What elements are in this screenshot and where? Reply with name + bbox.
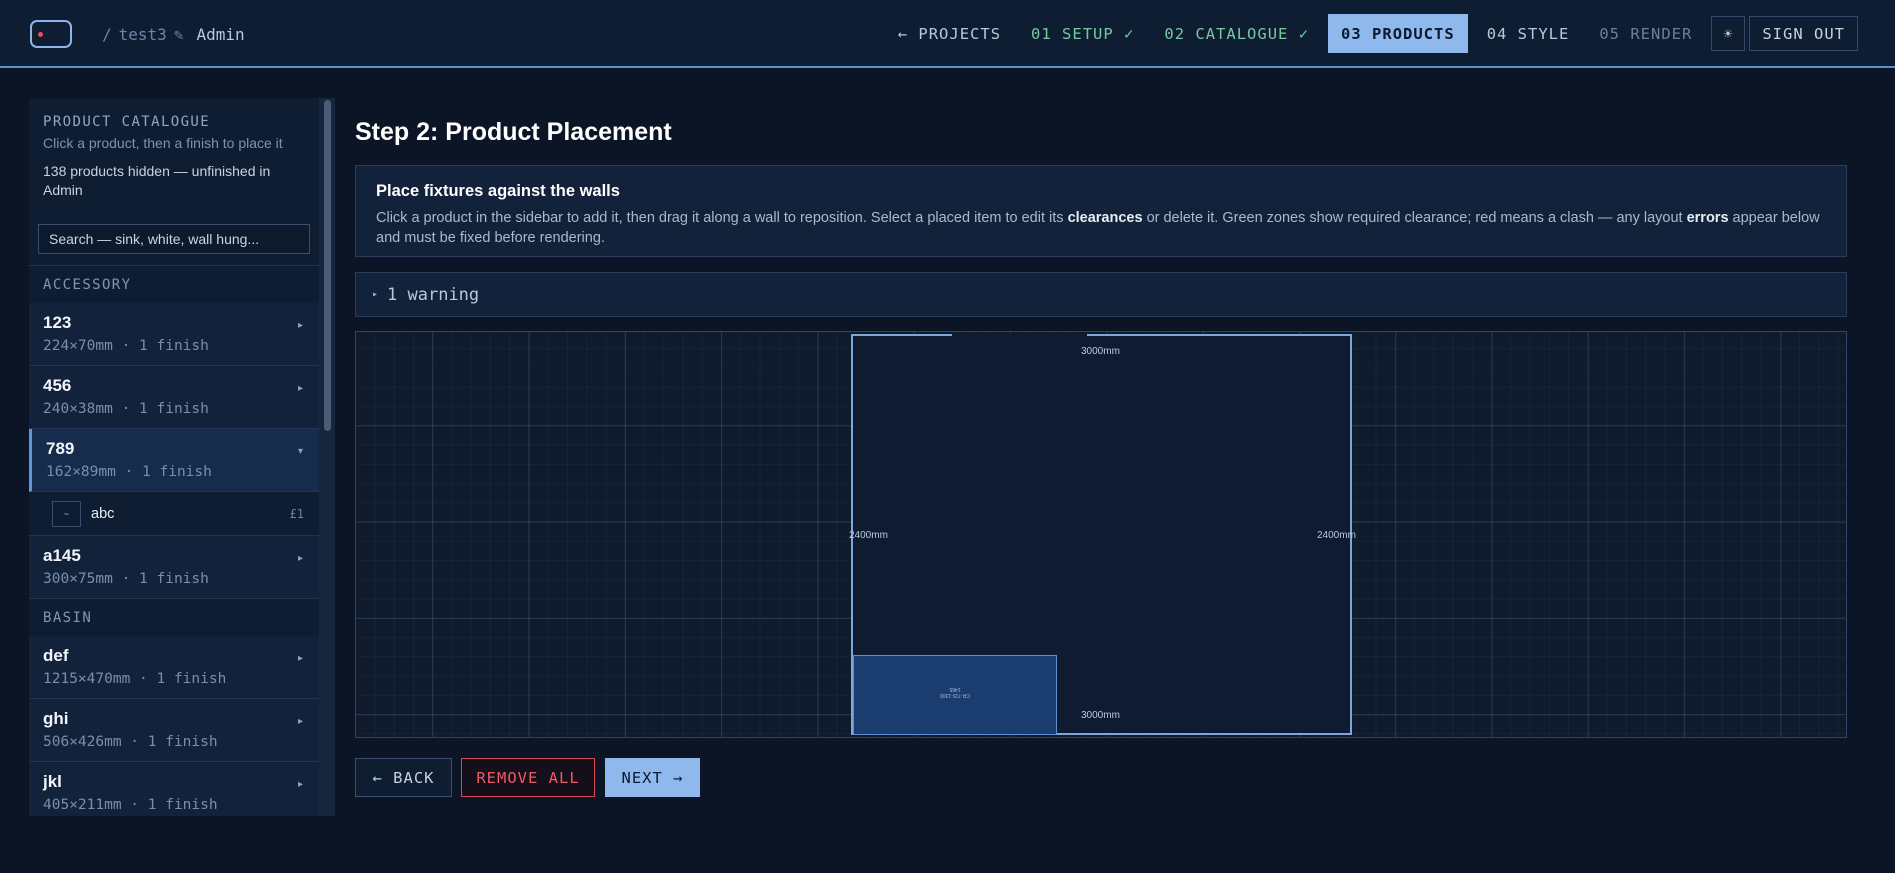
- product-name: 789: [46, 439, 75, 458]
- category-header: ACCESSORY: [43, 276, 132, 293]
- room-dimension-right: 2400mm: [1317, 530, 1356, 541]
- sidebar-title: PRODUCT CATALOGUE: [43, 114, 211, 130]
- instructions-title: Place fixtures against the walls: [376, 182, 620, 200]
- user-label: Admin: [196, 24, 245, 44]
- chevron-right-icon: ▸: [297, 653, 303, 664]
- next-button[interactable]: NEXT →: [605, 758, 700, 797]
- nav-step-render[interactable]: 05 RENDER: [1588, 14, 1703, 53]
- warnings-toggle[interactable]: ▸ 1 warning: [355, 272, 1847, 317]
- chevron-right-icon: ▸: [297, 553, 303, 564]
- product-dims: 405×211mm · 1 finish: [43, 797, 218, 813]
- step-nav: ← PROJECTS 01 SETUP ✓ 02 CATALOGUE ✓ 03 …: [887, 14, 1858, 53]
- chevron-right-icon: ▸: [297, 716, 303, 727]
- instructions-panel: Place fixtures against the walls Click a…: [355, 165, 1847, 257]
- nav-step-products[interactable]: 03 PRODUCTS: [1328, 14, 1468, 53]
- sidebar-subtitle: Click a product, then a finish to place …: [43, 135, 283, 151]
- logo-dot: [38, 32, 43, 37]
- top-bar: / test3 ✎ Admin ← PROJECTS 01 SETUP ✓ 02…: [0, 0, 1895, 68]
- product-dims: 162×89mm · 1 finish: [46, 464, 212, 480]
- product-name: a145: [43, 546, 81, 565]
- chevron-right-icon: ▸: [297, 320, 303, 331]
- finish-price: £1: [289, 506, 304, 521]
- finish-option[interactable]: ~ abc £1: [29, 492, 319, 536]
- hidden-products-note: 138 products hidden — unfinished in Admi…: [43, 163, 271, 198]
- placement-canvas[interactable]: 3000mm 3000mm 2400mm 2400mm CR-715-1300 …: [355, 331, 1847, 738]
- app-logo-icon[interactable]: [30, 20, 72, 48]
- product-dims: 300×75mm · 1 finish: [43, 571, 209, 587]
- instructions-text-part: or delete it. Green zones show required …: [1142, 210, 1687, 226]
- project-name[interactable]: test3: [119, 25, 167, 44]
- sidebar-scrollbar-thumb[interactable]: [324, 100, 331, 431]
- product-name: def: [43, 646, 69, 665]
- room-dimension-bottom: 3000mm: [1081, 710, 1120, 721]
- remove-all-button[interactable]: REMOVE ALL: [461, 758, 595, 797]
- fixture-label: CR-715-1300 1465: [854, 686, 1056, 698]
- product-item[interactable]: def 1215×470mm · 1 finish ▸: [29, 636, 319, 699]
- finish-name: abc: [91, 505, 115, 522]
- sign-out-button[interactable]: SIGN OUT: [1749, 16, 1858, 51]
- breadcrumb-separator: /: [102, 24, 112, 44]
- instructions-text-part: Click a product in the sidebar to add it…: [376, 210, 1068, 226]
- instructions-bold-errors: errors: [1686, 210, 1729, 226]
- product-dims: 506×426mm · 1 finish: [43, 734, 218, 750]
- instructions-text: Click a product in the sidebar to add it…: [376, 208, 1826, 248]
- product-item[interactable]: a145 300×75mm · 1 finish ▸: [29, 536, 319, 599]
- product-item[interactable]: 123 224×70mm · 1 finish ▸: [29, 303, 319, 366]
- fixture-label-line: CR-715-1300: [939, 692, 971, 698]
- category-header: BASIN: [43, 609, 93, 626]
- product-item-selected[interactable]: 789 162×89mm · 1 finish ▾: [29, 429, 319, 492]
- search-input[interactable]: Search — sink, white, wall hung...: [38, 224, 310, 254]
- chevron-right-icon: ▸: [297, 779, 303, 790]
- nav-projects[interactable]: ← PROJECTS: [887, 14, 1012, 53]
- chevron-right-icon: ▸: [297, 383, 303, 394]
- chevron-down-icon: ▾: [297, 446, 303, 457]
- nav-step-style[interactable]: 04 STYLE: [1476, 14, 1581, 53]
- product-name: jkl: [43, 772, 62, 791]
- product-dims: 224×70mm · 1 finish: [43, 338, 209, 354]
- product-name: ghi: [43, 709, 69, 728]
- theme-toggle-icon[interactable]: ☀: [1711, 16, 1746, 51]
- product-item[interactable]: 456 240×38mm · 1 finish ▸: [29, 366, 319, 429]
- warning-count: 1 warning: [387, 284, 480, 305]
- product-dims: 240×38mm · 1 finish: [43, 401, 209, 417]
- product-item[interactable]: ghi 506×426mm · 1 finish ▸: [29, 699, 319, 762]
- product-catalogue-sidebar: PRODUCT CATALOGUE Click a product, then …: [29, 98, 335, 816]
- nav-step-catalogue[interactable]: 02 CATALOGUE ✓: [1153, 14, 1320, 53]
- nav-step-setup[interactable]: 01 SETUP ✓: [1020, 14, 1145, 53]
- back-button[interactable]: ← BACK: [355, 758, 452, 797]
- room-outline: 3000mm 3000mm 2400mm 2400mm CR-715-1300 …: [849, 334, 1356, 735]
- fixture-label-line: 1465: [949, 686, 961, 692]
- placed-fixture[interactable]: CR-715-1300 1465: [853, 655, 1057, 735]
- instructions-bold-clearances: clearances: [1067, 210, 1143, 226]
- sidebar-content: PRODUCT CATALOGUE Click a product, then …: [29, 98, 319, 816]
- product-dims: 1215×470mm · 1 finish: [43, 671, 227, 687]
- finish-swatch: ~: [52, 500, 81, 527]
- breadcrumb: / test3 ✎ Admin: [102, 24, 245, 44]
- wall-opening: [952, 334, 1087, 336]
- page-title: Step 2: Product Placement: [355, 118, 672, 146]
- room-dimension-left: 2400mm: [849, 530, 888, 541]
- room-dimension-top: 3000mm: [1081, 346, 1120, 357]
- product-name: 456: [43, 376, 72, 395]
- pencil-icon[interactable]: ✎: [174, 25, 184, 44]
- product-name: 123: [43, 313, 72, 332]
- triangle-right-icon: ▸: [372, 289, 379, 300]
- sidebar-header: PRODUCT CATALOGUE Click a product, then …: [29, 98, 319, 266]
- product-item[interactable]: jkl 405×211mm · 1 finish ▸: [29, 762, 319, 816]
